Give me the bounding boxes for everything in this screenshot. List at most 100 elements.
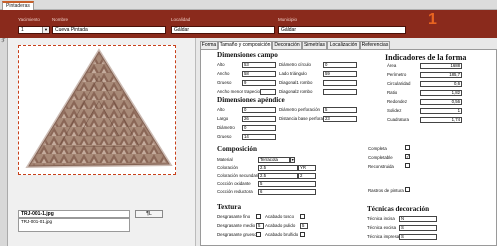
coccion-reductora-field[interactable]: 6 — [258, 189, 316, 195]
photo-file-list[interactable]: TRJ-001-01.jpg — [18, 218, 130, 232]
reconstruida-checkbox[interactable] — [405, 163, 410, 168]
perimetro-field[interactable]: 185,7 — [420, 72, 462, 78]
perimetro-label: Perímetro — [387, 72, 407, 77]
redondez-field[interactable]: 0,56 — [420, 99, 462, 105]
diametro-circulo-field[interactable]: 0 — [323, 62, 357, 68]
cuadratura-field[interactable]: 1,74 — [420, 117, 462, 123]
ratio-label: Ratio — [387, 90, 398, 95]
coccion-reductora-label: Cocción reductora — [217, 189, 253, 194]
redondez-label: Redondez — [387, 99, 408, 104]
coccion-oxidante-field[interactable]: 5 — [258, 181, 316, 187]
desgrasante-medio-label: Desgrasante medio — [217, 223, 256, 228]
photo-filename[interactable]: TRJ-001-1.jpg — [18, 210, 130, 218]
composicion-title: Composición — [217, 145, 257, 153]
lado-triangulo-field[interactable]: 59 — [323, 71, 357, 77]
chevron-down-icon[interactable]: ▼ — [42, 27, 49, 33]
yacimiento-value: 1 — [21, 27, 24, 33]
nombre-field[interactable]: Cueva Pintada — [52, 26, 166, 34]
area-label: Área — [387, 63, 397, 68]
area-field[interactable]: 1688 — [420, 63, 462, 69]
solidez-field[interactable]: 1 — [420, 108, 462, 114]
rastros-pintura-checkbox[interactable] — [405, 187, 410, 192]
coccion-oxidante-label: Cocción oxidante — [217, 181, 251, 186]
dimensiones-campo-title: Dimensiones campo — [217, 51, 278, 59]
ancho-menor-field[interactable] — [260, 89, 276, 95]
nombre-label: Nombre — [52, 17, 69, 22]
desgrasante-grueso-checkbox[interactable] — [256, 232, 261, 237]
material-field[interactable]: Terracota — [258, 157, 290, 163]
completable-label: Completable — [368, 155, 393, 160]
localidad-field[interactable]: Gáldar — [171, 26, 275, 34]
tecnica-incisa-label: Técnica incisa — [367, 216, 395, 221]
apendice-grueso-field[interactable]: 14 — [242, 134, 276, 140]
solidez-label: Solidez — [387, 108, 402, 113]
coloracion-field[interactable]: 2.5 — [258, 165, 298, 171]
diagonal1-field[interactable] — [323, 80, 357, 86]
acabado-tosco-checkbox[interactable] — [300, 214, 305, 219]
record-selector[interactable]: ℱ — [0, 38, 8, 246]
desgrasante-grueso-label: Desgrasante grueso — [217, 232, 257, 237]
diametro-perforacion-label: Diámetro perforación — [279, 107, 320, 112]
grueso-field[interactable]: 9 — [242, 80, 276, 86]
indicadores-title: Indicadores de la forma — [385, 53, 467, 62]
diagonal1-label: Diagonal1 rombo — [279, 80, 313, 85]
material-label: Material — [217, 157, 233, 162]
document-tab-pintaderas[interactable]: Pintaderas — [2, 1, 34, 10]
ancho-menor-label: Ancho menor trapecio — [217, 89, 260, 94]
apendice-diametro-field[interactable]: 0 — [242, 125, 276, 131]
acabado-brunido-label: Acabado bruñido — [265, 232, 299, 237]
coloracion-label: Coloración — [217, 165, 238, 170]
record-header: Yacimiento Nombre Localidad Municipio 1 … — [0, 10, 497, 38]
tecnica-excisa-field[interactable]: S — [399, 225, 437, 231]
coloracion-hue-field[interactable]: YR — [298, 165, 316, 171]
municipio-field[interactable]: Gáldar — [278, 26, 406, 34]
record-selector-icon: ℱ — [1, 38, 6, 44]
acabado-pulido-field[interactable]: 5 — [300, 223, 308, 229]
coloracion-secundaria-hue-field[interactable]: 2 — [298, 173, 316, 179]
circularidad-field[interactable]: 0,6 — [420, 81, 462, 87]
apendice-alto-label: Alto — [217, 107, 225, 112]
dimensiones-apendice-title: Dimensiones apéndice — [217, 96, 285, 104]
apendice-largo-field[interactable]: 26 — [242, 116, 276, 122]
coloracion-secundaria-label: Coloración secundaria — [217, 173, 261, 178]
desgrasante-fino-checkbox[interactable] — [256, 214, 261, 219]
document-tabstrip: Pintaderas — [0, 0, 497, 10]
yacimiento-select[interactable]: 1 ▼ — [18, 26, 50, 34]
rastros-pintura-label: Rastros de pintura — [368, 188, 404, 193]
completable-checkbox[interactable]: ✓ — [405, 154, 410, 159]
tecnica-impresa-field[interactable]: S — [399, 234, 437, 240]
alto-field[interactable]: 53 — [242, 62, 276, 68]
circularidad-label: Circularidad — [387, 81, 411, 86]
cuadratura-label: Cuadratura — [387, 117, 409, 122]
diagonal2-field[interactable] — [323, 89, 357, 95]
completa-checkbox[interactable] — [405, 145, 410, 150]
yacimiento-label: Yacimiento — [18, 17, 40, 22]
tab-tamano-composicion[interactable]: Tamaño y composición — [218, 41, 272, 50]
distancia-base-field[interactable]: 23 — [323, 116, 357, 122]
ancho-field[interactable]: 58 — [242, 71, 276, 77]
diametro-circulo-label: Diámetro círculo — [279, 62, 311, 67]
acabado-tosco-label: Acabado tosco — [265, 214, 295, 219]
tecnica-excisa-label: Técnica excisa — [367, 225, 397, 230]
chevron-down-icon[interactable]: ▼ — [290, 157, 295, 163]
diagonal2-label: Diagonal2 rombo — [279, 89, 313, 94]
apendice-grueso-label: Grueso — [217, 134, 232, 139]
pintadera-image — [25, 48, 173, 169]
grueso-label: Grueso — [217, 80, 232, 85]
ratio-field[interactable]: 1,82 — [420, 90, 462, 96]
reconstruida-label: Reconstruida — [368, 164, 394, 169]
lado-triangulo-label: Lado triángulo — [279, 71, 307, 76]
tecnicas-decoracion-title: Técnicas decoración — [367, 205, 430, 213]
tecnica-incisa-field[interactable]: N — [399, 216, 437, 222]
tecnica-impresa-label: Técnica impresa — [367, 234, 400, 239]
desgrasante-medio-field[interactable]: 5 — [256, 223, 264, 229]
apendice-diametro-label: Diámetro — [217, 125, 235, 130]
photo-action-button[interactable]: ¶L — [135, 210, 163, 218]
acabado-brunido-checkbox[interactable] — [300, 232, 305, 237]
coloracion-secundaria-field[interactable]: 2.5 — [258, 173, 298, 179]
artifact-photo — [18, 45, 176, 175]
apendice-alto-field[interactable]: 0 — [242, 107, 276, 113]
apendice-largo-label: Largo — [217, 116, 229, 121]
textura-title: Textura — [217, 203, 242, 211]
diametro-perforacion-field[interactable]: 5 — [323, 107, 357, 113]
